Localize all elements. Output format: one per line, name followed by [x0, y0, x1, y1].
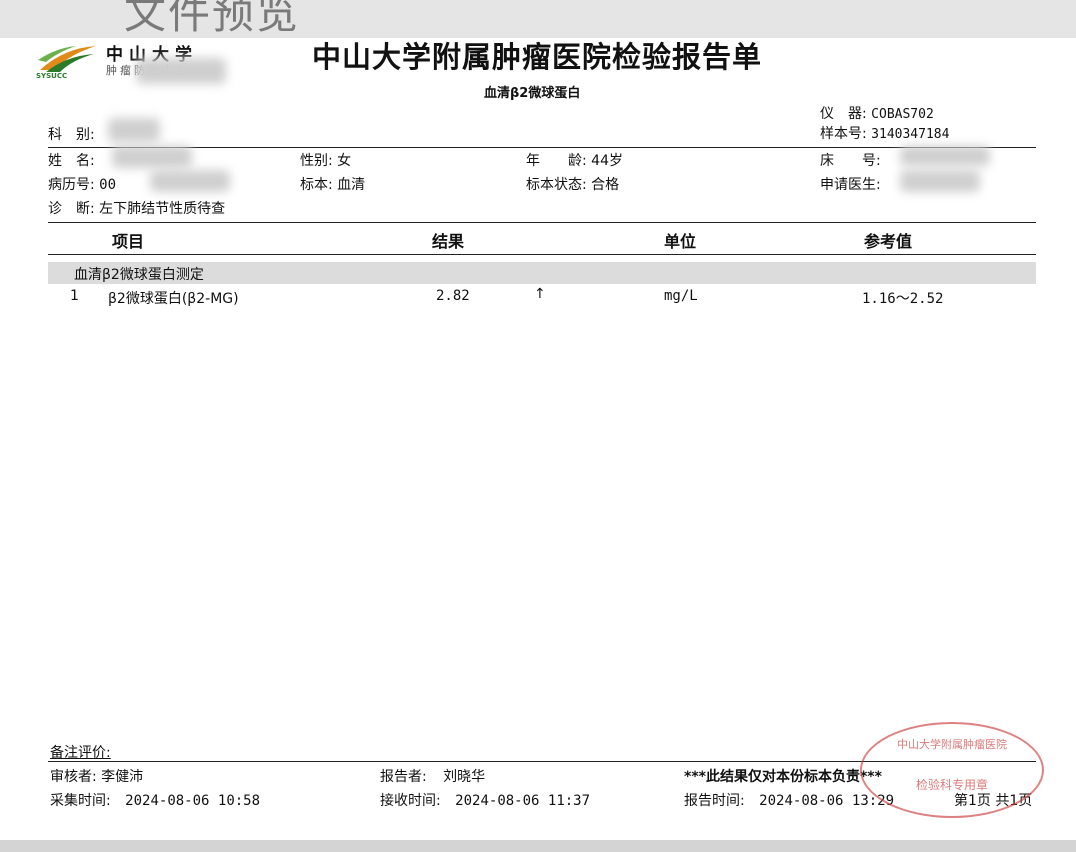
receive-time-label: 接收时间: — [380, 793, 441, 809]
sample-number-label: 样本号: — [820, 126, 867, 142]
row-result: 2.82 — [436, 288, 470, 304]
stamp-text-bottom: 检验科专用章 — [915, 778, 988, 792]
name-label: 姓 名: — [48, 153, 95, 169]
column-header-item: 项目 — [112, 232, 145, 251]
official-seal-stamp: 中山大学附属肿瘤医院 检验科专用章 — [860, 722, 1044, 818]
row-item-name: β2微球蛋白(β2-MG) — [108, 291, 239, 307]
column-header-unit: 单位 — [664, 232, 697, 251]
gender-field: 性别: 女 — [300, 153, 352, 169]
department-label: 科 别: — [48, 127, 95, 143]
preview-header: 文件预览 — [0, 0, 1076, 38]
age-value: 44岁 — [591, 153, 623, 169]
stamp-text-top: 中山大学附属肿瘤医院 — [897, 738, 1007, 751]
logo-emblem-icon — [38, 46, 96, 72]
collect-time-label: 采集时间: — [50, 793, 111, 809]
record-number-field: 病历号: 00 — [48, 174, 116, 194]
age-field: 年 龄: 44岁 — [526, 150, 623, 170]
redaction-blur — [112, 146, 192, 168]
record-number-label: 病历号: — [48, 177, 95, 193]
divider — [48, 147, 1036, 148]
instrument-value: COBAS702 — [871, 107, 934, 122]
logo-abbr: SYSUCC — [36, 72, 68, 80]
divider — [48, 254, 1036, 255]
specimen-field: 标本: 血清 — [300, 177, 366, 193]
redaction-blur — [136, 58, 226, 84]
remark-label: 备注评价: — [50, 745, 111, 761]
redaction-blur — [900, 170, 980, 192]
preview-footer-bar — [0, 840, 1076, 852]
preview-title: 文件预览 — [124, 0, 301, 38]
row-number: 1 — [70, 288, 79, 304]
collect-time-field: 采集时间: 2024-08-06 10:58 — [50, 790, 260, 810]
diagnosis-label: 诊 断: — [48, 201, 95, 217]
notice-text: ***此结果仅对本份标本负责*** — [684, 769, 882, 785]
specimen-status-field: 标本状态: 合格 — [526, 177, 620, 193]
collect-time-value: 2024-08-06 10:58 — [125, 793, 261, 809]
report-time-label: 报告时间: — [684, 793, 745, 809]
redaction-blur — [108, 118, 160, 142]
bed-label: 床 号: — [820, 153, 881, 169]
reporter-field: 报告者: 刘晓华 — [380, 766, 485, 786]
row-reference: 1.16～2.52 — [862, 291, 944, 307]
record-number-value: 00 — [99, 177, 117, 193]
hospital-logo: SYSUCC 中山大学 肿瘤防治中心 — [36, 40, 236, 96]
reviewer-field: 审核者: 李健沛 — [50, 769, 144, 785]
receive-time-field: 接收时间: 2024-08-06 11:37 — [380, 790, 590, 810]
column-header-result: 结果 — [432, 232, 465, 251]
row-unit: mg/L — [664, 288, 698, 304]
section-title: 血清β2微球蛋白测定 — [74, 267, 204, 283]
report-subtitle: 血清β2微球蛋白 — [484, 86, 581, 101]
redaction-blur — [900, 146, 990, 166]
sample-number-field: 样本号: 3140347184 — [820, 123, 949, 143]
report-time-field: 报告时间: 2024-08-06 13:29 — [684, 790, 894, 810]
instrument-label: 仪 器: — [820, 106, 867, 122]
column-header-reference: 参考值 — [864, 232, 913, 251]
instrument-field: 仪 器: COBAS702 — [820, 103, 934, 123]
divider — [48, 222, 1036, 223]
receive-time-value: 2024-08-06 11:37 — [455, 793, 591, 809]
redaction-blur — [150, 170, 230, 192]
age-label: 年 龄: — [526, 153, 587, 169]
row-flag-up-icon: ↑ — [534, 286, 546, 302]
diagnosis-value: 左下肺结节性质待查 — [99, 201, 226, 217]
doctor-label: 申请医生: — [820, 177, 881, 193]
reporter-value: 刘晓华 — [443, 769, 486, 785]
reporter-label: 报告者: — [380, 769, 427, 785]
sample-number-value: 3140347184 — [871, 127, 950, 142]
report-title: 中山大学附属肿瘤医院检验报告单 — [312, 40, 763, 74]
diagnosis-field: 诊 断: 左下肺结节性质待查 — [48, 198, 225, 218]
